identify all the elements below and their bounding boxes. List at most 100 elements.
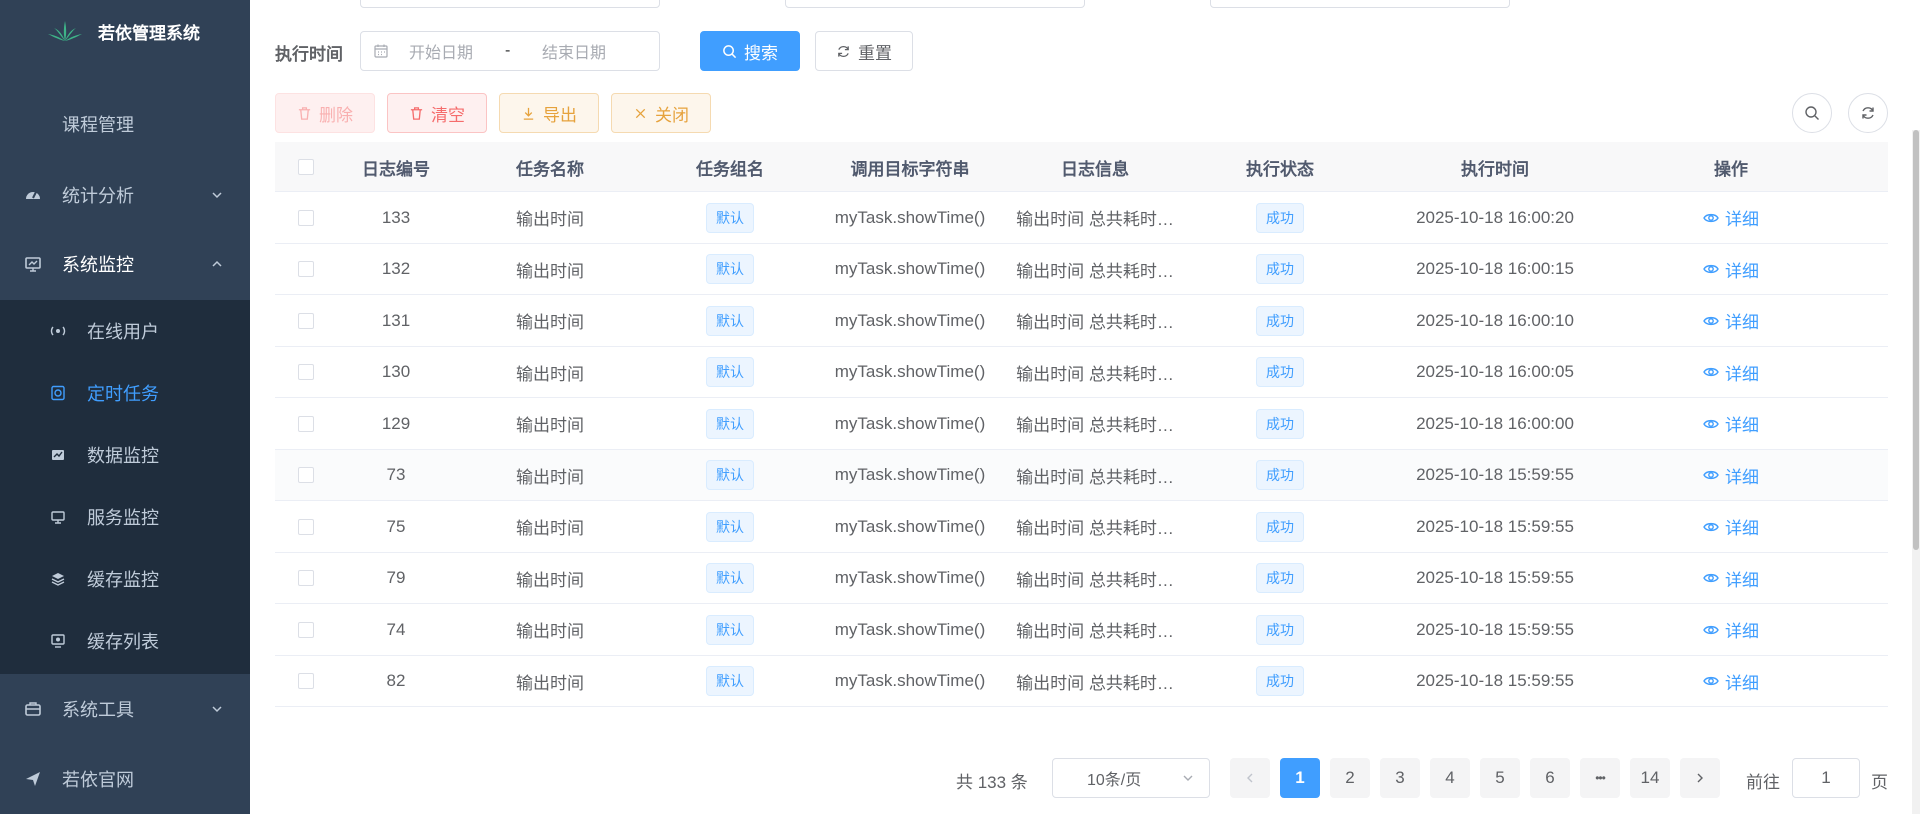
row-checkbox[interactable] — [298, 467, 314, 483]
submenu-item-scheduled-tasks[interactable]: 定时任务 — [0, 362, 250, 424]
column-header[interactable]: 调用目标字符串 — [815, 142, 1005, 192]
clean-button[interactable]: 清空 — [387, 93, 487, 133]
submenu-item-server-monitor[interactable]: 服务监控 — [0, 486, 250, 548]
page-button[interactable]: 5 — [1480, 758, 1520, 798]
row-checkbox[interactable] — [298, 570, 314, 586]
detail-button[interactable]: 详细 — [1703, 617, 1759, 642]
table-row[interactable]: 133 输出时间 默认 myTask.showTime() 输出时间 总共耗时… 成功 20… — [275, 192, 1888, 244]
input-fragment[interactable] — [1210, 0, 1510, 8]
date-range-picker[interactable]: 开始日期 - 结束日期 — [360, 31, 660, 71]
input-fragment[interactable] — [785, 0, 1085, 8]
table-row[interactable]: 74 输出时间 默认 myTask.showTime() 输出时间 总共耗时… 成功 202… — [275, 604, 1888, 656]
submenu-item-data-monitor[interactable]: 数据监控 — [0, 424, 250, 486]
detail-button[interactable]: 详细 — [1703, 308, 1759, 333]
table-row[interactable]: 132 输出时间 默认 myTask.showTime() 输出时间 总共耗时… 成功 20… — [275, 244, 1888, 295]
delete-button[interactable]: 删除 — [275, 93, 375, 133]
prev-page-button[interactable] — [1230, 758, 1270, 798]
row-checkbox[interactable] — [298, 312, 314, 329]
detail-button[interactable]: 详细 — [1703, 463, 1759, 488]
more-pages-button[interactable]: ••• — [1580, 758, 1620, 798]
view-icon — [1703, 676, 1719, 686]
menu-item-website[interactable]: 若依官网 — [0, 748, 250, 810]
invoke-target-cell: myTask.showTime() — [834, 259, 986, 278]
submenu-item-online-users[interactable]: 在线用户 — [0, 300, 250, 362]
row-checkbox[interactable] — [298, 364, 314, 380]
close-button[interactable]: 关闭 — [611, 93, 711, 133]
select-all-checkbox[interactable] — [298, 159, 314, 175]
column-header[interactable]: 执行时间 — [1375, 142, 1615, 192]
reset-button[interactable]: 重置 — [815, 31, 913, 71]
detail-button[interactable]: 详细 — [1703, 514, 1759, 539]
log-id-cell: 79 — [386, 568, 406, 587]
column-header[interactable]: 操作 — [1615, 142, 1847, 192]
end-date-input[interactable]: 结束日期 — [542, 39, 606, 63]
invoke-target-cell: myTask.showTime() — [834, 465, 986, 484]
job-name-cell: 输出时间 — [516, 364, 584, 384]
logo[interactable]: 若依管理系统 — [0, 0, 250, 62]
detail-button-label: 详细 — [1725, 519, 1759, 538]
column-header[interactable]: 任务组名 — [645, 142, 815, 192]
job-group-tag: 默认 — [706, 511, 754, 542]
table-row[interactable]: 73 输出时间 默认 myTask.showTime() 输出时间 总共耗时… 成功 202… — [275, 449, 1888, 501]
column-header[interactable]: 日志编号 — [337, 142, 455, 192]
submenu-item-cache-monitor[interactable]: 缓存监控 — [0, 548, 250, 610]
page-scrollbar[interactable] — [1912, 130, 1920, 814]
refresh-button[interactable] — [1848, 93, 1888, 133]
page-button[interactable]: 4 — [1430, 758, 1470, 798]
detail-button[interactable]: 详细 — [1703, 566, 1759, 591]
exec-time-cell: 2025-10-18 16:00:00 — [1416, 413, 1574, 433]
table-row[interactable]: 75 输出时间 默认 myTask.showTime() 输出时间 总共耗时… 成功 202… — [275, 501, 1888, 553]
submenu-item-cache-list[interactable]: 缓存列表 — [0, 610, 250, 672]
start-date-input[interactable]: 开始日期 — [409, 39, 473, 63]
page-button[interactable]: 3 — [1380, 758, 1420, 798]
log-id-cell: 131 — [381, 310, 411, 330]
job-group-tag: 默认 — [706, 408, 754, 439]
status-badge: 成功 — [1256, 254, 1304, 284]
table-row[interactable]: 131 输出时间 默认 myTask.showTime() 输出时间 总共耗时… 成功 20… — [275, 295, 1888, 347]
menu-item-tools[interactable]: 系统工具 — [0, 678, 250, 740]
input-fragment[interactable] — [360, 0, 660, 8]
menu-item-statistics[interactable]: 统计分析 — [0, 164, 250, 226]
goto-page-input[interactable]: 1 — [1792, 758, 1860, 798]
row-checkbox[interactable] — [298, 673, 314, 689]
row-select-cell — [275, 244, 337, 295]
next-page-button[interactable] — [1680, 758, 1720, 798]
row-checkbox[interactable] — [298, 261, 314, 277]
table-row[interactable]: 130 输出时间 默认 myTask.showTime() 输出时间 总共耗时… 成功 20… — [275, 347, 1888, 398]
row-checkbox[interactable] — [298, 518, 314, 535]
action-cell: 详细 — [1615, 295, 1847, 346]
row-checkbox[interactable] — [298, 621, 314, 638]
job-group-tag: 默认 — [706, 305, 754, 336]
detail-button[interactable]: 详细 — [1703, 360, 1759, 385]
submenu-item-label: 定时任务 — [87, 384, 159, 404]
page-button[interactable]: 1 — [1280, 758, 1320, 798]
page-button[interactable]: 6 — [1530, 758, 1570, 798]
page-size-select[interactable]: 10条/页 — [1052, 758, 1210, 798]
page-button[interactable]: 2 — [1330, 758, 1370, 798]
row-checkbox[interactable] — [298, 415, 314, 432]
detail-button[interactable]: 详细 — [1703, 411, 1759, 436]
table-row[interactable]: 129 输出时间 默认 myTask.showTime() 输出时间 总共耗时… 成功 20… — [275, 398, 1888, 450]
detail-button[interactable]: 详细 — [1703, 205, 1759, 230]
sidebar: 若依管理系统 课程管理 统计分析 系统监控 在线用户 定时任务 数据监控 服务监… — [0, 0, 250, 814]
detail-button[interactable]: 详细 — [1703, 257, 1759, 282]
detail-button[interactable]: 详细 — [1703, 669, 1759, 694]
scrollbar-thumb[interactable] — [1913, 130, 1919, 550]
column-header[interactable]: 日志信息 — [1005, 142, 1185, 192]
menu-item-course[interactable]: 课程管理 — [0, 93, 250, 155]
table-row[interactable]: 79 输出时间 默认 myTask.showTime() 输出时间 总共耗时… 成功 202… — [275, 553, 1888, 604]
exec-time-cell: 2025-10-18 16:00:05 — [1416, 362, 1574, 381]
exec-time-cell: 2025-10-18 15:59:55 — [1416, 516, 1574, 536]
column-header[interactable]: 任务名称 — [455, 142, 645, 192]
column-header[interactable]: 执行状态 — [1185, 142, 1375, 192]
search-button[interactable]: 搜索 — [700, 31, 800, 71]
table-row[interactable]: 82 输出时间 默认 myTask.showTime() 输出时间 总共耗时… 成功 202… — [275, 656, 1888, 707]
view-icon — [1703, 264, 1719, 274]
page-button[interactable]: 14 — [1630, 758, 1670, 798]
search-button-label: 搜索 — [744, 43, 778, 63]
druid-icon — [50, 447, 66, 463]
toggle-search-button[interactable] — [1792, 93, 1832, 133]
row-checkbox[interactable] — [298, 209, 314, 226]
menu-item-monitor[interactable]: 系统监控 — [0, 233, 250, 295]
export-button[interactable]: 导出 — [499, 93, 599, 133]
